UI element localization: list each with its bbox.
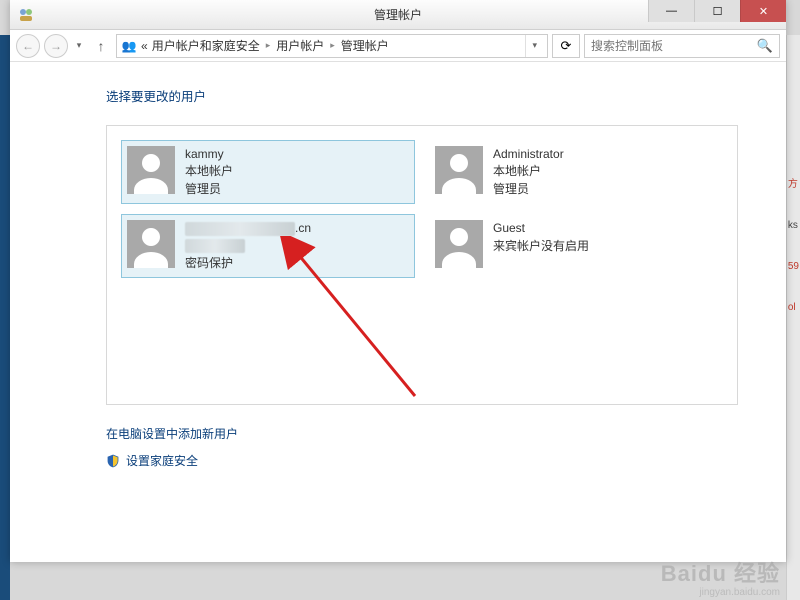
watermark: Baidu 经验 [661, 556, 780, 588]
refresh-button[interactable]: ⟳ [552, 34, 580, 58]
breadcrumb[interactable]: 管理帐户 [341, 37, 389, 54]
blurred-text [185, 222, 295, 236]
address-bar[interactable]: 👥 « 用户帐户和家庭安全 ▸ 用户帐户 ▸ 管理帐户 ▾ [116, 34, 548, 58]
app-icon [18, 7, 34, 23]
address-prefix: « [141, 39, 148, 53]
user-role: 管理员 [493, 181, 564, 198]
address-icon: 👥 [121, 38, 137, 54]
user-name: Administrator [493, 146, 564, 163]
maximize-button[interactable]: ☐ [694, 0, 740, 22]
nav-forward-button[interactable]: → [44, 34, 68, 58]
user-card-administrator[interactable]: Administrator 本地帐户 管理员 [429, 140, 723, 204]
shield-icon [106, 454, 120, 468]
user-name: .cn [185, 220, 311, 237]
window-title: 管理帐户 [374, 6, 422, 23]
window-controls: — ☐ ✕ [648, 0, 786, 22]
nav-up-button[interactable]: ↑ [90, 35, 112, 57]
control-panel-window: 管理帐户 — ☐ ✕ ← → ▾ ↑ 👥 « 用户帐户和家庭安全 ▸ 用户帐户 … [10, 0, 786, 562]
user-info: Guest 来宾帐户没有启用 [493, 220, 589, 255]
user-info: .cn 密码保护 [185, 220, 311, 272]
user-type: 来宾帐户没有启用 [493, 238, 589, 255]
search-input[interactable]: 🔍 [584, 34, 780, 58]
user-role: 密码保护 [185, 255, 311, 272]
user-info: kammy 本地帐户 管理员 [185, 146, 233, 198]
user-type [185, 238, 311, 255]
user-type: 本地帐户 [493, 163, 564, 180]
user-card-kammy[interactable]: kammy 本地帐户 管理员 [121, 140, 415, 204]
navigation-bar: ← → ▾ ↑ 👥 « 用户帐户和家庭安全 ▸ 用户帐户 ▸ 管理帐户 ▾ ⟳ … [10, 30, 786, 62]
breadcrumb[interactable]: 用户帐户和家庭安全 [152, 37, 260, 54]
page-heading: 选择要更改的用户 [106, 86, 738, 105]
user-name: Guest [493, 220, 589, 237]
user-info: Administrator 本地帐户 管理员 [493, 146, 564, 198]
watermark-sub: jingyan.baidu.com [699, 587, 780, 598]
nav-back-button[interactable]: ← [16, 34, 40, 58]
address-dropdown[interactable]: ▾ [525, 35, 543, 57]
family-safety-link[interactable]: 设置家庭安全 [106, 452, 738, 469]
user-card-blurred[interactable]: .cn 密码保护 [121, 214, 415, 278]
avatar-icon [435, 220, 483, 268]
users-panel: kammy 本地帐户 管理员 Administrator 本地帐户 管理员 .c… [106, 125, 738, 405]
close-button[interactable]: ✕ [740, 0, 786, 22]
user-name: kammy [185, 146, 233, 163]
titlebar: 管理帐户 — ☐ ✕ [10, 0, 786, 30]
user-card-guest[interactable]: Guest 来宾帐户没有启用 [429, 214, 723, 278]
minimize-button[interactable]: — [648, 0, 694, 22]
bottom-links: 在电脑设置中添加新用户 设置家庭安全 [106, 425, 738, 469]
user-type: 本地帐户 [185, 163, 233, 180]
search-field[interactable] [591, 39, 757, 53]
blurred-text [185, 239, 245, 253]
avatar-icon [127, 220, 175, 268]
content-area: 选择要更改的用户 kammy 本地帐户 管理员 Administrator 本地… [10, 62, 786, 562]
chevron-right-icon: ▸ [266, 40, 271, 51]
add-user-link[interactable]: 在电脑设置中添加新用户 [106, 425, 738, 442]
avatar-icon [127, 146, 175, 194]
breadcrumb[interactable]: 用户帐户 [276, 37, 324, 54]
nav-history-dropdown[interactable]: ▾ [72, 34, 86, 58]
user-role: 管理员 [185, 181, 233, 198]
avatar-icon [435, 146, 483, 194]
chevron-right-icon: ▸ [330, 40, 335, 51]
search-icon: 🔍 [757, 38, 773, 54]
